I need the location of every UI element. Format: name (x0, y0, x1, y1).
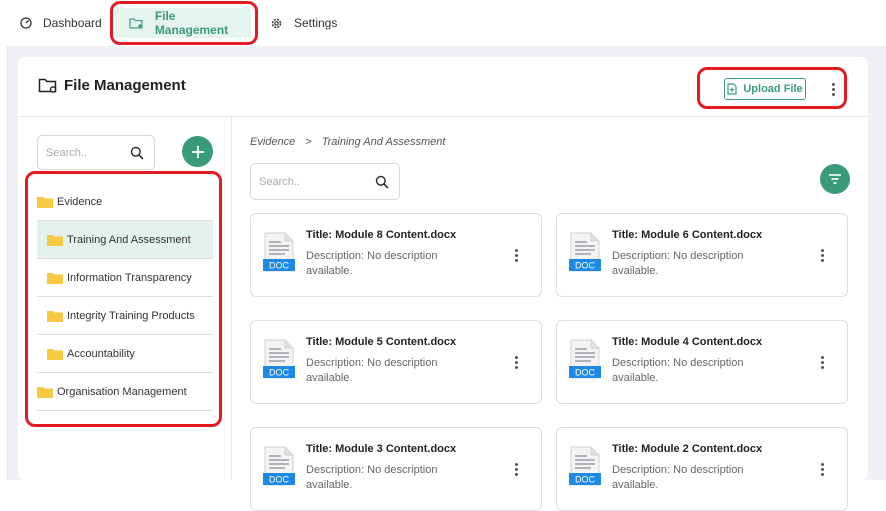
folder-icon (37, 386, 53, 398)
doc-file-icon: DOC (263, 232, 295, 272)
file-search-input[interactable]: Search.. (250, 163, 400, 200)
folder-icon (47, 272, 63, 284)
nav-dashboard[interactable]: Dashboard (20, 8, 102, 38)
file-description: Description: No description available. (306, 250, 438, 277)
doc-file-icon: DOC (569, 339, 601, 379)
card-header: File Management Upload File (18, 57, 868, 117)
nav-settings-label: Settings (294, 16, 338, 30)
tree-item-organisation-management[interactable]: Organisation Management (37, 373, 213, 411)
search-icon (375, 175, 389, 189)
file-title[interactable]: Title: Module 4 Content.docx (612, 336, 762, 348)
tree-item-label: Organisation Management (57, 385, 187, 398)
file-description: Description: No description available. (306, 464, 438, 491)
folder-icon (37, 196, 53, 208)
file-description: Description: No description available. (612, 357, 744, 384)
page-title-text: File Management (64, 77, 186, 94)
folder-icon (47, 310, 63, 322)
folder-settings-icon (129, 17, 143, 29)
nav-dashboard-label: Dashboard (43, 16, 102, 30)
tree-item-label: Evidence (57, 195, 103, 208)
tree-item-label: Integrity Training Products (67, 309, 195, 322)
folder-settings-icon (38, 78, 57, 93)
file-options-icon[interactable] (513, 356, 519, 369)
upload-file-button[interactable]: Upload File (724, 78, 806, 100)
svg-text:DOC: DOC (269, 261, 290, 271)
file-options-icon[interactable] (819, 463, 825, 476)
breadcrumb-separator: > (305, 136, 312, 148)
file-card[interactable]: DOC Title: Module 4 Content.docx Descripti… (556, 320, 848, 404)
doc-file-icon: DOC (569, 232, 601, 272)
file-description: Description: No description available. (306, 357, 438, 384)
file-options-icon[interactable] (819, 356, 825, 369)
tree-item-label: Accountability (67, 347, 135, 360)
file-card[interactable]: DOC Title: Module 6 Content.docx Descripti… (556, 213, 848, 297)
nav-file-management-label: File Management (154, 9, 229, 37)
tree-item-label: Information Transparency (67, 271, 192, 284)
top-navigation: Dashboard File Management Settings (0, 0, 886, 46)
gear-icon (271, 18, 282, 28)
file-title[interactable]: Title: Module 5 Content.docx (306, 336, 456, 348)
tree-item-accountability[interactable]: Accountability (37, 335, 213, 373)
filter-icon (829, 174, 841, 184)
file-options-icon[interactable] (513, 463, 519, 476)
file-options-icon[interactable] (513, 249, 519, 262)
add-folder-button[interactable] (182, 136, 213, 167)
page-title: File Management (38, 77, 186, 94)
more-options-icon[interactable] (830, 83, 836, 96)
file-search-placeholder: Search.. (259, 175, 300, 188)
nav-settings[interactable]: Settings (270, 8, 337, 38)
tree-item-training-and-assessment[interactable]: Training And Assessment (37, 221, 213, 259)
file-title[interactable]: Title: Module 8 Content.docx (306, 229, 456, 241)
plus-icon (191, 145, 204, 158)
svg-text:DOC: DOC (269, 368, 290, 378)
breadcrumb-item-current: Training And Assessment (321, 136, 446, 148)
filter-button[interactable] (820, 164, 850, 194)
tree-item-information-transparency[interactable]: Information Transparency (37, 259, 213, 297)
file-card[interactable]: DOC Title: Module 3 Content.docx Descripti… (250, 427, 542, 511)
folder-search-input[interactable]: Search.. (37, 135, 155, 170)
upload-file-label: Upload File (743, 83, 803, 95)
gauge-icon (20, 17, 32, 29)
file-upload-icon (727, 83, 737, 95)
svg-text:DOC: DOC (575, 261, 596, 271)
nav-file-management[interactable]: File Management (115, 8, 251, 38)
breadcrumb-item-evidence[interactable]: Evidence (250, 136, 295, 148)
file-card[interactable]: DOC Title: Module 8 Content.docx Descripti… (250, 213, 542, 297)
file-description: Description: No description available. (612, 250, 744, 277)
doc-file-icon: DOC (569, 446, 601, 486)
tree-item-evidence[interactable]: Evidence (37, 183, 213, 221)
file-options-icon[interactable] (819, 249, 825, 262)
file-title[interactable]: Title: Module 6 Content.docx (612, 229, 762, 241)
breadcrumb: Evidence > Training And Assessment (250, 136, 445, 148)
doc-file-icon: DOC (263, 446, 295, 486)
file-title[interactable]: Title: Module 2 Content.docx (612, 443, 762, 455)
folder-icon (47, 234, 63, 246)
file-description: Description: No description available. (612, 464, 744, 491)
folder-icon (47, 348, 63, 360)
svg-text:DOC: DOC (575, 368, 596, 378)
tree-item-label: Training And Assessment (67, 233, 191, 246)
file-title[interactable]: Title: Module 3 Content.docx (306, 443, 456, 455)
file-card[interactable]: DOC Title: Module 2 Content.docx Descripti… (556, 427, 848, 511)
file-card[interactable]: DOC Title: Module 5 Content.docx Descripti… (250, 320, 542, 404)
doc-file-icon: DOC (263, 339, 295, 379)
folder-search-placeholder: Search.. (46, 146, 87, 159)
tree-item-integrity-training-products[interactable]: Integrity Training Products (37, 297, 213, 335)
search-icon (130, 146, 144, 160)
